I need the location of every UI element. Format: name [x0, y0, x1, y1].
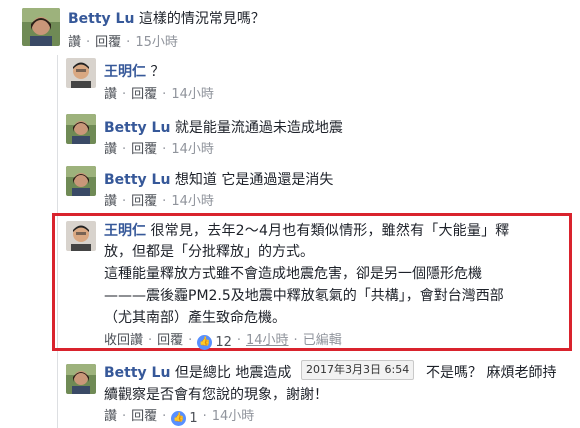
comment-actions: 讚 · 回覆 · 👍 1 · 14小時 — [104, 409, 255, 428]
reply-link[interactable]: 回覆 — [131, 194, 157, 209]
avatar[interactable] — [66, 58, 96, 88]
timestamp-tooltip: 2017年3月3日 6:54 — [301, 360, 415, 380]
unlike-link[interactable]: 收回讚 — [104, 333, 143, 348]
comment: Betty Lu 這樣的情況常見嗎？ — [68, 9, 265, 29]
comment-text-line: 很常見，去年2～4月也有類似情形，雖然有「大能量」釋 — [150, 223, 510, 239]
comment-text-line: ———震後霾PM2.5及地震中釋放氡氣的「共構」，會對台灣西部 — [104, 288, 504, 304]
comment-text-line: （尤其南部）產生致命危機。 — [104, 310, 286, 326]
like-link[interactable]: 讚 — [104, 409, 117, 424]
comment-time[interactable]: 14小時 — [171, 194, 214, 209]
comment-actions: 讚 · 回覆 · 14小時 — [104, 87, 214, 102]
reply-link[interactable]: 回覆 — [95, 35, 121, 50]
comment-text-line: 放，但都是「分批釋放」的方式。 — [104, 244, 314, 260]
like-count[interactable]: 👍 12 — [197, 334, 232, 352]
reply-link[interactable]: 回覆 — [131, 87, 157, 102]
comment-author[interactable]: Betty Lu — [104, 365, 170, 381]
reply-link[interactable]: 回覆 — [157, 333, 183, 348]
comment: Betty Lu 但是總比 地震造成 — [104, 363, 291, 383]
comment-time[interactable]: 14小時 — [171, 142, 214, 157]
avatar[interactable] — [66, 364, 96, 394]
comment-author[interactable]: Betty Lu — [104, 120, 170, 136]
comment: Betty Lu 想知道 它是通過還是消失 — [104, 170, 333, 190]
comment-text: ？ — [150, 64, 165, 80]
avatar[interactable] — [66, 166, 96, 196]
comment-text-line: 這種能量釋放方式雖不會造成地震危害，卻是另一個隱形危機 — [104, 266, 482, 282]
edited-label[interactable]: 已編輯 — [303, 333, 342, 348]
comment-author[interactable]: Betty Lu — [68, 11, 134, 27]
like-link[interactable]: 讚 — [104, 194, 117, 209]
reply-link[interactable]: 回覆 — [131, 142, 157, 157]
avatar[interactable] — [66, 221, 96, 251]
comment-time[interactable]: 15小時 — [135, 35, 178, 50]
comment-actions: 讚 · 回覆 · 15小時 — [68, 35, 178, 50]
like-link[interactable]: 讚 — [104, 142, 117, 157]
thumbs-up-icon: 👍 — [197, 335, 213, 350]
like-link[interactable]: 讚 — [68, 35, 81, 50]
comment-actions: 收回讚 · 回覆 · 👍 12 · 14小時 · 已編輯 — [104, 333, 342, 352]
like-count[interactable]: 👍 1 — [171, 410, 198, 428]
comment-author[interactable]: Betty Lu — [104, 172, 170, 188]
comment-text: 這樣的情況常見嗎？ — [138, 11, 265, 27]
avatar[interactable] — [66, 114, 96, 144]
comment-text: 想知道 它是通過還是消失 — [174, 172, 334, 188]
comment-time[interactable]: 14小時 — [171, 87, 214, 102]
comment-actions: 讚 · 回覆 · 14小時 — [104, 194, 214, 209]
comment-text-line: 不是嗎？ 麻煩老師持 — [426, 365, 557, 381]
reply-link[interactable]: 回覆 — [131, 409, 157, 424]
comment-time[interactable]: 14小時 — [212, 409, 255, 424]
comment-text-line: 續觀察是否會有您說的現象，謝謝！ — [104, 387, 328, 403]
thumbs-up-icon: 👍 — [171, 411, 187, 426]
comment-text: 就是能量流通過未造成地震 — [174, 120, 343, 136]
avatar[interactable] — [22, 8, 60, 46]
like-link[interactable]: 讚 — [104, 87, 117, 102]
comment-actions: 讚 · 回覆 · 14小時 — [104, 142, 214, 157]
comment-time[interactable]: 14小時 — [246, 333, 289, 348]
comment-text-line: 但是總比 地震造成 — [174, 365, 292, 381]
comment: 王明仁 ？ — [104, 62, 164, 82]
comment-author[interactable]: 王明仁 — [104, 64, 146, 80]
comment: 王明仁 很常見，去年2～4月也有類似情形，雖然有「大能量」釋 放，但都是「分批釋… — [104, 221, 566, 329]
comment-author[interactable]: 王明仁 — [104, 223, 146, 239]
comment: Betty Lu 就是能量流通過未造成地震 — [104, 118, 343, 138]
